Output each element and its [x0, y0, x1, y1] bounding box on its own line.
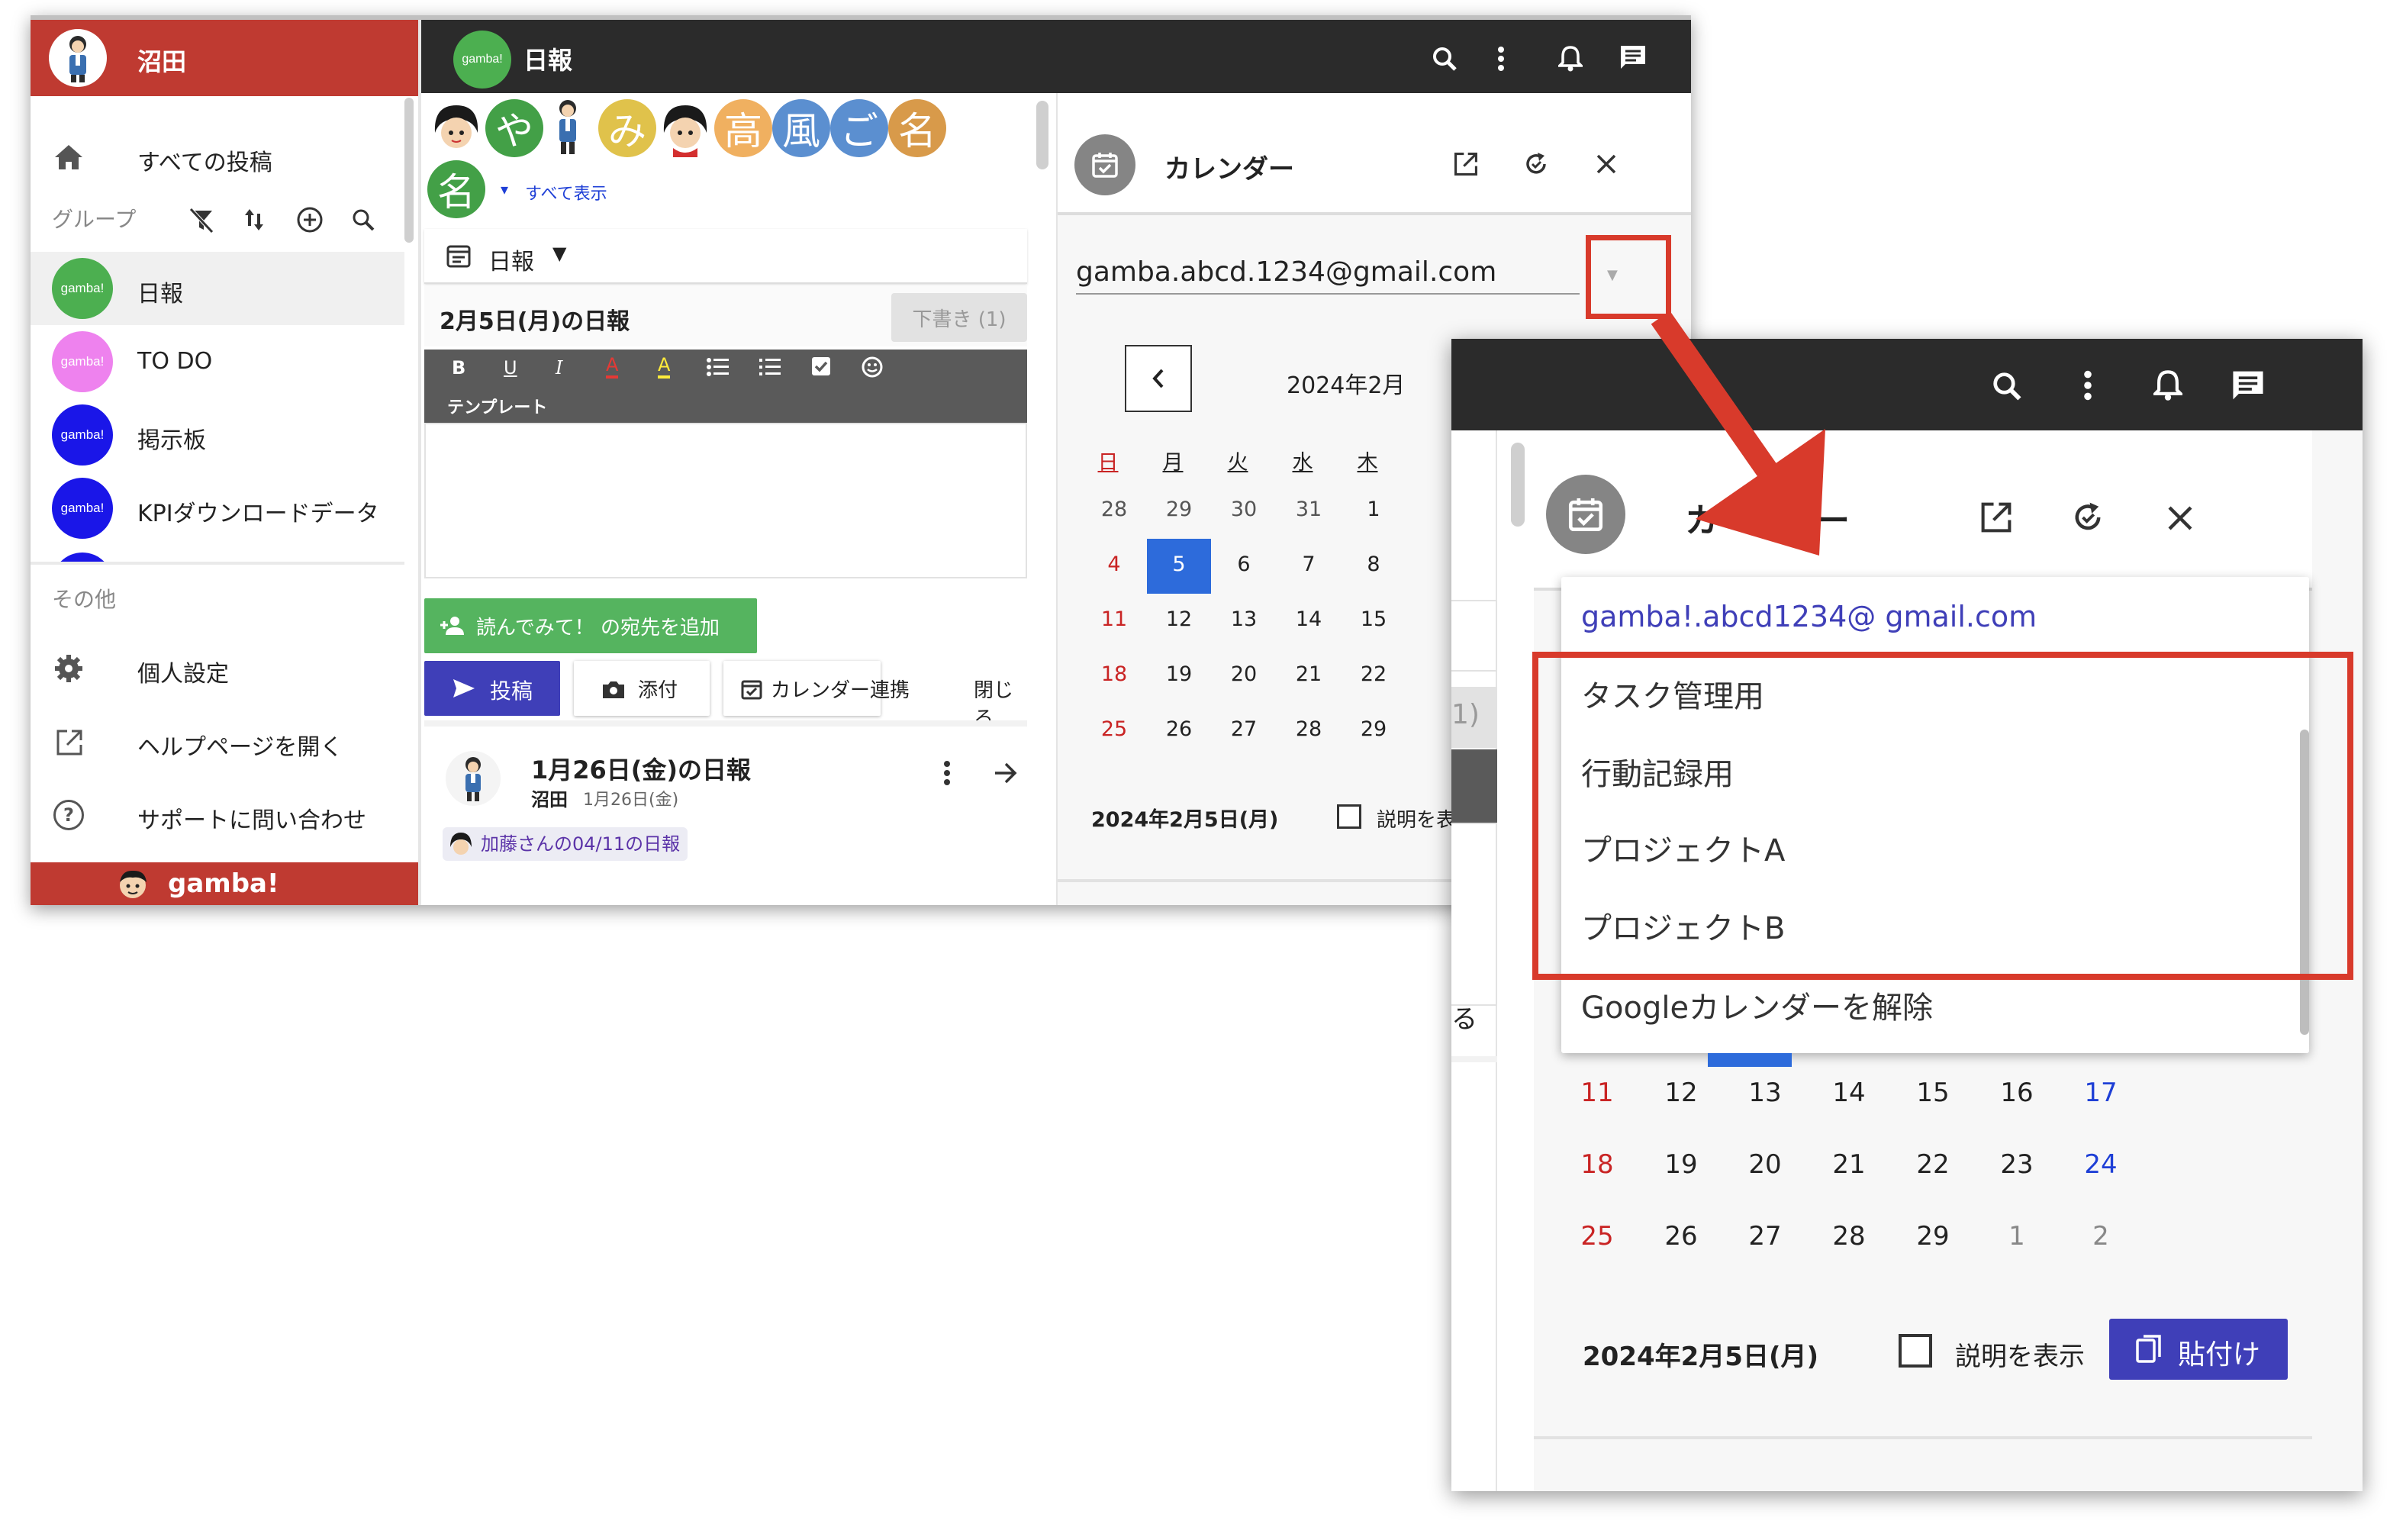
- callout-arrow: [1651, 311, 1825, 556]
- callout-arrow-icon: [1651, 311, 1825, 556]
